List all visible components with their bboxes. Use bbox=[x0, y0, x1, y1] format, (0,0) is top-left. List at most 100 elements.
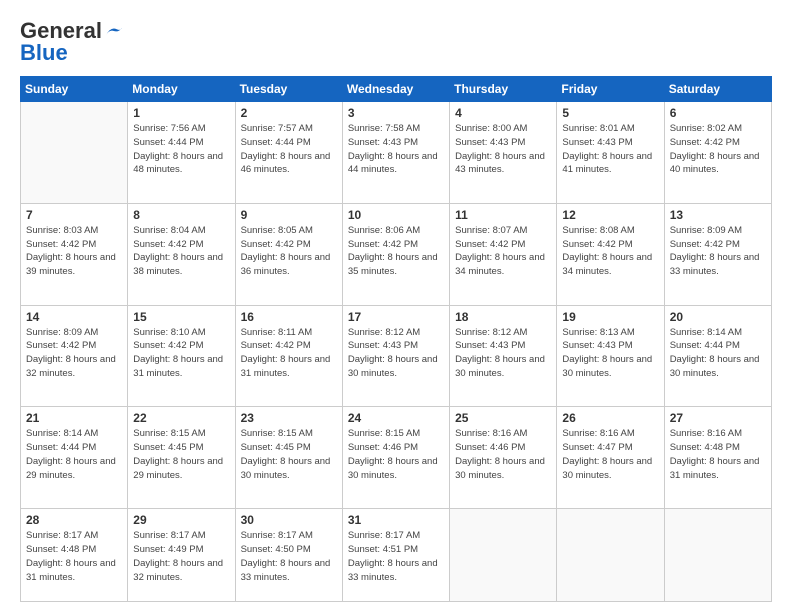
day-info: Sunrise: 8:07 AMSunset: 4:42 PMDaylight:… bbox=[455, 224, 551, 279]
day-info: Sunrise: 8:14 AMSunset: 4:44 PMDaylight:… bbox=[670, 326, 766, 381]
logo-blue: Blue bbox=[20, 40, 68, 66]
day-number: 12 bbox=[562, 208, 658, 222]
day-info: Sunrise: 8:02 AMSunset: 4:42 PMDaylight:… bbox=[670, 122, 766, 177]
day-number: 27 bbox=[670, 411, 766, 425]
calendar-cell: 26Sunrise: 8:16 AMSunset: 4:47 PMDayligh… bbox=[557, 407, 664, 509]
calendar-cell: 29Sunrise: 8:17 AMSunset: 4:49 PMDayligh… bbox=[128, 509, 235, 602]
calendar-cell: 18 Sunrise: 8:12 AMSunset: 4:43 PMDayligh… bbox=[450, 305, 557, 407]
day-number: 15 bbox=[133, 310, 229, 324]
day-number: 28 bbox=[26, 513, 122, 527]
calendar-cell: 27 Sunrise: 8:16 AMSunset: 4:48 PMDayligh… bbox=[664, 407, 771, 509]
day-info: Sunrise: 8:10 AMSunset: 4:42 PMDaylight:… bbox=[133, 326, 229, 381]
day-info: Sunrise: 8:16 AMSunset: 4:48 PMDaylight:… bbox=[670, 427, 766, 482]
calendar-cell: 5 Sunrise: 8:01 AMSunset: 4:43 PMDaylight… bbox=[557, 102, 664, 204]
day-info: Sunrise: 8:04 AMSunset: 4:42 PMDaylight:… bbox=[133, 224, 229, 279]
day-number: 8 bbox=[133, 208, 229, 222]
day-info: Sunrise: 8:12 AMSunset: 4:43 PMDaylight:… bbox=[455, 326, 551, 381]
week-row-2: 7 Sunrise: 8:03 AMSunset: 4:42 PMDaylight… bbox=[21, 203, 772, 305]
calendar-cell: 17 Sunrise: 8:12 AMSunset: 4:43 PMDayligh… bbox=[342, 305, 449, 407]
week-row-4: 21Sunrise: 8:14 AMSunset: 4:44 PMDayligh… bbox=[21, 407, 772, 509]
day-info: Sunrise: 8:09 AMSunset: 4:42 PMDaylight:… bbox=[670, 224, 766, 279]
day-number: 7 bbox=[26, 208, 122, 222]
day-number: 18 bbox=[455, 310, 551, 324]
day-number: 4 bbox=[455, 106, 551, 120]
day-info: Sunrise: 7:58 AMSunset: 4:43 PMDaylight:… bbox=[348, 122, 444, 177]
day-info: Sunrise: 8:14 AMSunset: 4:44 PMDaylight:… bbox=[26, 427, 122, 482]
calendar-cell: 24Sunrise: 8:15 AMSunset: 4:46 PMDayligh… bbox=[342, 407, 449, 509]
day-info: Sunrise: 8:17 AMSunset: 4:51 PMDaylight:… bbox=[348, 529, 444, 584]
day-info: Sunrise: 8:16 AMSunset: 4:47 PMDaylight:… bbox=[562, 427, 658, 482]
calendar-cell: 21Sunrise: 8:14 AMSunset: 4:44 PMDayligh… bbox=[21, 407, 128, 509]
day-number: 29 bbox=[133, 513, 229, 527]
day-info: Sunrise: 8:05 AMSunset: 4:42 PMDaylight:… bbox=[241, 224, 337, 279]
day-info: Sunrise: 8:17 AMSunset: 4:50 PMDaylight:… bbox=[241, 529, 337, 584]
calendar-cell: 11Sunrise: 8:07 AMSunset: 4:42 PMDayligh… bbox=[450, 203, 557, 305]
day-info: Sunrise: 7:56 AMSunset: 4:44 PMDaylight:… bbox=[133, 122, 229, 177]
calendar-cell: 10 Sunrise: 8:06 AMSunset: 4:42 PMDayligh… bbox=[342, 203, 449, 305]
day-number: 16 bbox=[241, 310, 337, 324]
day-info: Sunrise: 8:11 AMSunset: 4:42 PMDaylight:… bbox=[241, 326, 337, 381]
day-number: 1 bbox=[133, 106, 229, 120]
day-info: Sunrise: 8:16 AMSunset: 4:46 PMDaylight:… bbox=[455, 427, 551, 482]
weekday-wednesday: Wednesday bbox=[342, 77, 449, 102]
day-number: 6 bbox=[670, 106, 766, 120]
week-row-3: 14 Sunrise: 8:09 AMSunset: 4:42 PMDayligh… bbox=[21, 305, 772, 407]
weekday-header-row: SundayMondayTuesdayWednesdayThursdayFrid… bbox=[21, 77, 772, 102]
day-info: Sunrise: 7:57 AMSunset: 4:44 PMDaylight:… bbox=[241, 122, 337, 177]
page: General Blue SundayMondayTuesdayWednesda… bbox=[0, 0, 792, 612]
calendar-cell bbox=[450, 509, 557, 602]
weekday-monday: Monday bbox=[128, 77, 235, 102]
calendar-cell bbox=[21, 102, 128, 204]
day-number: 5 bbox=[562, 106, 658, 120]
day-number: 10 bbox=[348, 208, 444, 222]
weekday-saturday: Saturday bbox=[664, 77, 771, 102]
header: General Blue bbox=[20, 18, 772, 66]
day-info: Sunrise: 8:09 AMSunset: 4:42 PMDaylight:… bbox=[26, 326, 122, 381]
day-info: Sunrise: 8:13 AMSunset: 4:43 PMDaylight:… bbox=[562, 326, 658, 381]
day-number: 17 bbox=[348, 310, 444, 324]
weekday-friday: Friday bbox=[557, 77, 664, 102]
calendar-cell: 30 Sunrise: 8:17 AMSunset: 4:50 PMDayligh… bbox=[235, 509, 342, 602]
day-info: Sunrise: 8:12 AMSunset: 4:43 PMDaylight:… bbox=[348, 326, 444, 381]
calendar-cell: 31 Sunrise: 8:17 AMSunset: 4:51 PMDayligh… bbox=[342, 509, 449, 602]
day-number: 22 bbox=[133, 411, 229, 425]
calendar-cell: 16 Sunrise: 8:11 AMSunset: 4:42 PMDayligh… bbox=[235, 305, 342, 407]
day-info: Sunrise: 8:15 AMSunset: 4:45 PMDaylight:… bbox=[241, 427, 337, 482]
calendar-cell: 8 Sunrise: 8:04 AMSunset: 4:42 PMDaylight… bbox=[128, 203, 235, 305]
weekday-thursday: Thursday bbox=[450, 77, 557, 102]
day-info: Sunrise: 8:01 AMSunset: 4:43 PMDaylight:… bbox=[562, 122, 658, 177]
logo: General Blue bbox=[20, 18, 122, 66]
weekday-sunday: Sunday bbox=[21, 77, 128, 102]
calendar-cell: 15 Sunrise: 8:10 AMSunset: 4:42 PMDayligh… bbox=[128, 305, 235, 407]
day-number: 20 bbox=[670, 310, 766, 324]
day-number: 25 bbox=[455, 411, 551, 425]
day-number: 13 bbox=[670, 208, 766, 222]
day-number: 14 bbox=[26, 310, 122, 324]
calendar-cell: 9 Sunrise: 8:05 AMSunset: 4:42 PMDaylight… bbox=[235, 203, 342, 305]
calendar-cell: 23 Sunrise: 8:15 AMSunset: 4:45 PMDayligh… bbox=[235, 407, 342, 509]
day-number: 31 bbox=[348, 513, 444, 527]
calendar-cell: 4 Sunrise: 8:00 AMSunset: 4:43 PMDaylight… bbox=[450, 102, 557, 204]
day-info: Sunrise: 8:06 AMSunset: 4:42 PMDaylight:… bbox=[348, 224, 444, 279]
calendar-cell: 7 Sunrise: 8:03 AMSunset: 4:42 PMDaylight… bbox=[21, 203, 128, 305]
calendar-cell: 13 Sunrise: 8:09 AMSunset: 4:42 PMDayligh… bbox=[664, 203, 771, 305]
day-info: Sunrise: 8:03 AMSunset: 4:42 PMDaylight:… bbox=[26, 224, 122, 279]
calendar-cell: 3 Sunrise: 7:58 AMSunset: 4:43 PMDaylight… bbox=[342, 102, 449, 204]
calendar-cell: 22 Sunrise: 8:15 AMSunset: 4:45 PMDayligh… bbox=[128, 407, 235, 509]
day-number: 30 bbox=[241, 513, 337, 527]
day-number: 19 bbox=[562, 310, 658, 324]
weekday-tuesday: Tuesday bbox=[235, 77, 342, 102]
calendar-cell: 20 Sunrise: 8:14 AMSunset: 4:44 PMDayligh… bbox=[664, 305, 771, 407]
calendar-cell bbox=[557, 509, 664, 602]
calendar-cell: 2Sunrise: 7:57 AMSunset: 4:44 PMDaylight… bbox=[235, 102, 342, 204]
week-row-5: 28 Sunrise: 8:17 AMSunset: 4:48 PMDayligh… bbox=[21, 509, 772, 602]
day-info: Sunrise: 8:15 AMSunset: 4:45 PMDaylight:… bbox=[133, 427, 229, 482]
day-info: Sunrise: 8:15 AMSunset: 4:46 PMDaylight:… bbox=[348, 427, 444, 482]
day-info: Sunrise: 8:17 AMSunset: 4:48 PMDaylight:… bbox=[26, 529, 122, 584]
day-number: 3 bbox=[348, 106, 444, 120]
calendar-cell: 1 Sunrise: 7:56 AMSunset: 4:44 PMDaylight… bbox=[128, 102, 235, 204]
logo-bird-icon bbox=[104, 24, 122, 38]
day-number: 9 bbox=[241, 208, 337, 222]
day-info: Sunrise: 8:00 AMSunset: 4:43 PMDaylight:… bbox=[455, 122, 551, 177]
day-number: 23 bbox=[241, 411, 337, 425]
